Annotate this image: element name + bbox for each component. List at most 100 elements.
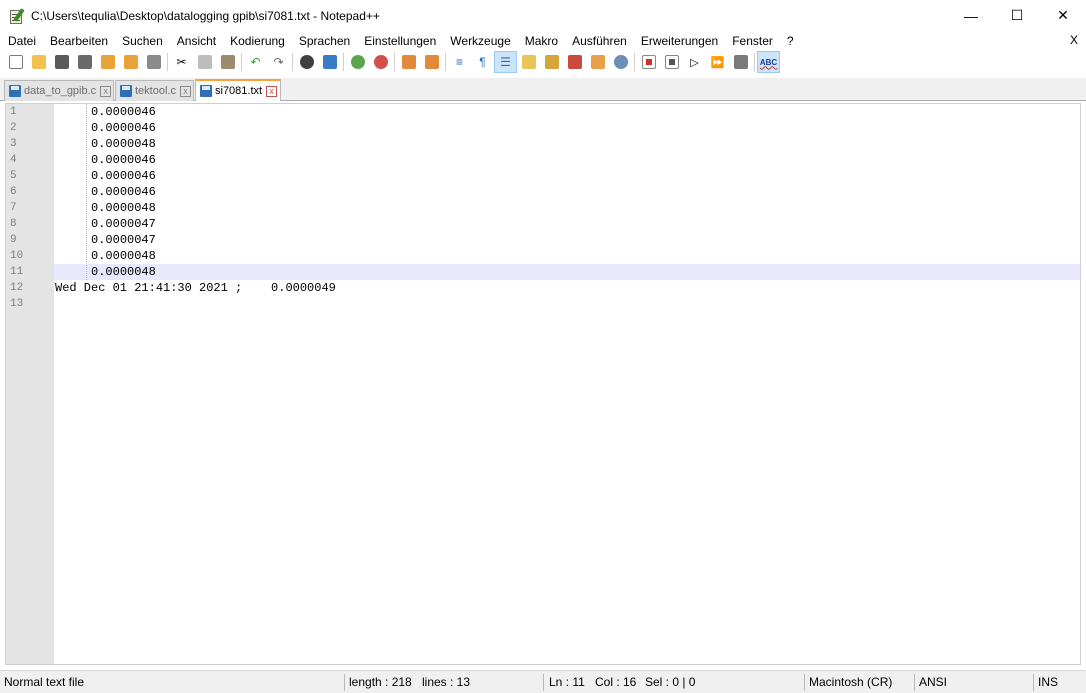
zoom-out-icon[interactable] (369, 51, 392, 73)
doc-map-icon[interactable] (540, 51, 563, 73)
minimize-button[interactable]: — (948, 0, 994, 31)
line-number: 12 (10, 282, 24, 294)
text-line[interactable] (54, 296, 1080, 312)
menu-erweiterungen[interactable]: Erweiterungen (634, 34, 725, 48)
paste-icon[interactable] (216, 51, 239, 73)
cut-icon[interactable]: ✂ (170, 51, 193, 73)
find-icon[interactable] (295, 51, 318, 73)
menu-datei[interactable]: Datei (0, 34, 43, 48)
toolbar-separator (241, 53, 242, 71)
close-icon[interactable] (96, 51, 119, 73)
line-number: 6 (10, 186, 17, 198)
toolbar-separator (754, 53, 755, 71)
line-number: 4 (10, 154, 17, 166)
sync-vertical-icon[interactable] (397, 51, 420, 73)
tab-tektool[interactable]: tektool.c x (115, 80, 194, 101)
line-number-gutter: 1 2 3 4 5 6 7 8 9 10 11 12 13 (6, 104, 54, 664)
tab-bar: data_to_gpib.c x tektool.c x si7081.txt … (0, 78, 1086, 101)
tab-label: tektool.c (135, 85, 176, 97)
copy-icon[interactable] (193, 51, 216, 73)
text-line[interactable]: Wed Dec 01 21:41:30 2021 ; 0.0000049 (54, 280, 1080, 296)
toolbar-separator (343, 53, 344, 71)
status-column: Col : 16 (595, 675, 637, 689)
open-file-icon[interactable] (27, 51, 50, 73)
text-line[interactable]: 0.0000047 (54, 216, 1080, 232)
tab-label: data_to_gpib.c (24, 85, 97, 97)
menu-werkzeuge[interactable]: Werkzeuge (443, 34, 517, 48)
text-content[interactable]: 0.0000046 0.0000046 0.0000048 0.0000046 … (54, 104, 1080, 312)
menu-bearbeiten[interactable]: Bearbeiten (43, 34, 115, 48)
menu-ausfuehren[interactable]: Ausführen (565, 34, 634, 48)
show-all-chars-icon[interactable]: ¶ (471, 51, 494, 73)
save-icon[interactable] (50, 51, 73, 73)
function-list-icon[interactable] (563, 51, 586, 73)
menu-help[interactable]: ? (780, 34, 801, 48)
text-line[interactable]: 0.0000047 (54, 232, 1080, 248)
menu-einstellungen[interactable]: Einstellungen (357, 34, 443, 48)
folder-workspace-icon[interactable] (586, 51, 609, 73)
stop-record-icon[interactable] (660, 51, 683, 73)
status-eol[interactable]: Macintosh (CR) (805, 671, 892, 693)
line-number: 10 (10, 250, 24, 262)
line-number: 1 (10, 106, 17, 118)
spell-check-icon[interactable]: ABC (757, 51, 780, 73)
close-window-button[interactable]: ✕ (1040, 0, 1086, 31)
toolbar-separator (445, 53, 446, 71)
redo-icon[interactable]: ↷ (267, 51, 290, 73)
indent-guide (86, 104, 87, 280)
toolbar: ✂ ↶ ↷ ≡ ¶ ☰ ▷ ⏩ ABC (0, 50, 1086, 74)
menu-kodierung[interactable]: Kodierung (223, 34, 292, 48)
status-encoding[interactable]: ANSI (915, 671, 947, 693)
line-number: 3 (10, 138, 17, 150)
text-line[interactable]: 0.0000046 (54, 104, 1080, 120)
close-document-button[interactable]: X (1070, 33, 1078, 47)
text-line[interactable]: 0.0000046 (54, 184, 1080, 200)
text-line[interactable]: 0.0000046 (54, 120, 1080, 136)
current-line[interactable]: 0.0000048 (54, 264, 1080, 280)
print-icon[interactable] (142, 51, 165, 73)
monitoring-icon[interactable] (609, 51, 632, 73)
close-all-icon[interactable] (119, 51, 142, 73)
title-bar: C:\Users\tequlia\Desktop\datalogging gpi… (0, 0, 1086, 31)
menu-makro[interactable]: Makro (518, 34, 565, 48)
save-icon (120, 85, 132, 97)
text-line[interactable]: 0.0000048 (54, 136, 1080, 152)
indent-guide-icon[interactable]: ☰ (494, 51, 517, 73)
menu-fenster[interactable]: Fenster (725, 34, 780, 48)
save-macro-icon[interactable] (729, 51, 752, 73)
new-file-icon[interactable] (4, 51, 27, 73)
text-line[interactable]: 0.0000048 (54, 248, 1080, 264)
maximize-button[interactable]: ☐ (994, 0, 1040, 31)
tab-close-icon[interactable]: x (266, 85, 278, 97)
save-all-icon[interactable] (73, 51, 96, 73)
tab-close-icon[interactable]: x (179, 85, 191, 97)
zoom-in-icon[interactable] (346, 51, 369, 73)
window-controls: — ☐ ✕ (948, 0, 1086, 31)
text-line[interactable]: 0.0000046 (54, 152, 1080, 168)
text-line[interactable]: 0.0000048 (54, 200, 1080, 216)
replace-icon[interactable] (318, 51, 341, 73)
line-number: 9 (10, 234, 17, 246)
menu-suchen[interactable]: Suchen (115, 34, 170, 48)
run-macro-multiple-icon[interactable]: ⏩ (706, 51, 729, 73)
menu-ansicht[interactable]: Ansicht (170, 34, 223, 48)
text-line[interactable]: 0.0000046 (54, 168, 1080, 184)
editor-area[interactable]: 1 2 3 4 5 6 7 8 9 10 11 12 13 0.0000046 … (5, 103, 1081, 665)
status-insert-mode[interactable]: INS (1034, 671, 1058, 693)
status-length: length : 218 (349, 675, 412, 689)
play-macro-icon[interactable]: ▷ (683, 51, 706, 73)
line-number: 8 (10, 218, 17, 230)
tab-close-icon[interactable]: x (100, 85, 112, 97)
user-defined-lang-icon[interactable] (517, 51, 540, 73)
toolbar-separator (167, 53, 168, 71)
line-number: 5 (10, 170, 17, 182)
menu-sprachen[interactable]: Sprachen (292, 34, 357, 48)
sync-horizontal-icon[interactable] (420, 51, 443, 73)
tab-data-to-gpib[interactable]: data_to_gpib.c x (4, 80, 114, 101)
word-wrap-icon[interactable]: ≡ (448, 51, 471, 73)
undo-icon[interactable]: ↶ (244, 51, 267, 73)
record-macro-icon[interactable] (637, 51, 660, 73)
tab-si7081[interactable]: si7081.txt x (195, 79, 281, 101)
status-file-type: Normal text file (4, 675, 85, 689)
line-number: 2 (10, 122, 17, 134)
